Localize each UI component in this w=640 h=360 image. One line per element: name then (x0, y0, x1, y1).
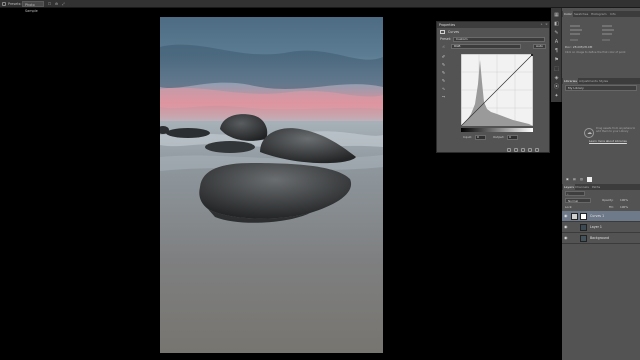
layer-thumb (580, 224, 587, 231)
styles-icon[interactable]: ✦ (553, 93, 560, 100)
brush-icon[interactable]: ✎ (553, 30, 560, 37)
tool-clipping-icon[interactable]: ⤳ (441, 94, 446, 99)
output-field[interactable]: 0 (507, 135, 518, 140)
blend-mode-select[interactable]: Normal (565, 198, 591, 203)
tab-info[interactable]: Info (609, 11, 617, 17)
library-link[interactable]: Learn more about Libraries (589, 139, 627, 143)
curves-graph[interactable] (461, 54, 533, 126)
layer-name[interactable]: Layer 1 (590, 225, 602, 229)
doc-size: Doc: 28.0M/28.0M (565, 45, 593, 49)
tab-swatches[interactable]: Swatches (573, 11, 589, 17)
seascape-photo (160, 17, 383, 353)
options-item-2[interactable]: ⚙ (55, 1, 58, 7)
paragraph-icon[interactable]: ¶ (553, 48, 560, 55)
tab-paths[interactable]: Paths (591, 184, 601, 190)
lock-label: Lock: (565, 205, 573, 209)
auto-button[interactable]: Auto (533, 44, 546, 49)
color-panel-tabs: Color Swatches Histogram Info (562, 11, 640, 17)
visibility-icon[interactable] (528, 148, 532, 152)
info-readout-graphic (570, 25, 614, 41)
view-previous-icon[interactable] (514, 148, 518, 152)
eye-icon[interactable]: ◉ (564, 236, 568, 240)
delete-icon[interactable] (535, 148, 539, 152)
document-canvas[interactable] (160, 17, 383, 353)
footer-icon-c[interactable]: ▥ (580, 177, 583, 181)
options-item-3[interactable]: ⤢ (62, 1, 65, 7)
properties-titlebar[interactable]: Properties » × (437, 22, 549, 28)
reset-icon[interactable] (521, 148, 525, 152)
tool-sample-white-icon[interactable]: ✎ (441, 70, 446, 75)
input-label: Input: (463, 135, 472, 139)
tab-color[interactable]: Color (563, 11, 573, 17)
footer-icon-b[interactable]: ▤ (573, 177, 576, 181)
opacity-value[interactable]: 100% (620, 198, 628, 202)
properties-panel: Properties » × Curves Preset: Custom ☝ R… (436, 21, 550, 153)
footer-icon-a[interactable]: ▣ (566, 177, 569, 181)
panel-icon-strip: ▦ ◧ ✎ A ¶ ⚑ ⬚ ◈ ⦿ ✦ (551, 8, 562, 102)
options-bar: Presets: Photo Sample ☐ ⚙ ⤢ (0, 0, 640, 13)
layer-name[interactable]: Curves 1 (590, 214, 604, 218)
fill-label: Fill: (609, 205, 614, 209)
tool-smooth-icon[interactable]: ∿ (441, 86, 446, 91)
panel-name: Curves (448, 30, 460, 34)
layer-filter-select[interactable]: ⌕ (565, 191, 585, 196)
properties-icon[interactable]: ⚑ (553, 57, 560, 64)
curves-header: Curves (440, 29, 459, 35)
tool-sample-gray-icon[interactable]: ✎ (441, 62, 446, 67)
tab-histogram[interactable]: Histogram (590, 11, 608, 17)
curves-adjustment-thumb (571, 213, 578, 220)
channel-select[interactable]: RGB (451, 44, 521, 49)
creative-cloud-icon: ☁ (584, 128, 594, 138)
layer-name[interactable]: Background (590, 236, 609, 240)
layer-row-layer1[interactable]: ◉ Layer 1 (562, 222, 640, 233)
tab-channels[interactable]: Channels (574, 184, 590, 190)
preset-field[interactable]: Photo Sample (22, 1, 44, 13)
eye-icon[interactable]: ◉ (564, 214, 568, 218)
footer-swatch-icon[interactable] (587, 177, 592, 182)
collapse-icon[interactable]: » (540, 23, 543, 26)
character-icon[interactable]: A (553, 39, 560, 46)
tab-styles[interactable]: Styles (598, 78, 609, 84)
filter-icon: ⌕ (567, 191, 569, 196)
libraries-panel-tabs: Libraries Adjustments Styles (562, 78, 640, 84)
layer-mask-thumb (580, 213, 587, 220)
preset-label: Preset: (440, 37, 452, 41)
tool-sample-black-icon[interactable]: ✐ (441, 54, 446, 59)
tool-pencil-icon[interactable]: ✎ (441, 78, 446, 83)
gradient-bar (461, 128, 533, 132)
opacity-label: Opacity: (602, 198, 614, 202)
preset-select[interactable]: Custom (453, 37, 545, 42)
eye-icon[interactable]: ◉ (564, 225, 568, 229)
navigator-icon[interactable]: ◈ (553, 75, 560, 82)
tool-preset-icon[interactable] (2, 2, 6, 6)
tab-adjustments[interactable]: Adjustments (578, 78, 599, 84)
tab-libraries[interactable]: Libraries (563, 78, 578, 84)
histogram-icon[interactable]: ▦ (553, 12, 560, 19)
clone-source-icon[interactable]: ⦿ (553, 84, 560, 91)
adjustments-icon[interactable]: ◧ (553, 21, 560, 28)
clip-to-layer-icon[interactable] (507, 148, 511, 152)
adjustment-icon (440, 30, 445, 34)
fill-value[interactable]: 100% (620, 205, 628, 209)
properties-tab[interactable]: Properties (439, 22, 455, 28)
library-name: My Library (568, 86, 584, 90)
library-select[interactable]: My Library (565, 85, 637, 91)
blend-mode-value: Normal (568, 198, 579, 203)
layer-thumb (580, 235, 587, 242)
layer-row-background[interactable]: ◉ Background (562, 233, 640, 244)
right-panels: Color Swatches Histogram Info Doc: 28.0M… (562, 8, 640, 360)
layer-row-curves[interactable]: ◉ Curves 1 (562, 211, 640, 222)
target-adjust-icon[interactable]: ☝ (441, 44, 446, 49)
preset-label: Presets: (8, 2, 22, 6)
close-icon[interactable]: × (545, 23, 548, 26)
options-item-1[interactable]: ☐ (48, 1, 51, 7)
output-label: Output: (493, 135, 505, 139)
selection-icon[interactable]: ⬚ (553, 66, 560, 73)
layers-panel-tabs: Layers Channels Paths (562, 184, 640, 190)
library-message: Drag assets from anywhere to add them to… (596, 127, 636, 133)
input-field[interactable]: 0 (475, 135, 486, 140)
info-hint: Click on image to define the first color… (565, 51, 626, 54)
